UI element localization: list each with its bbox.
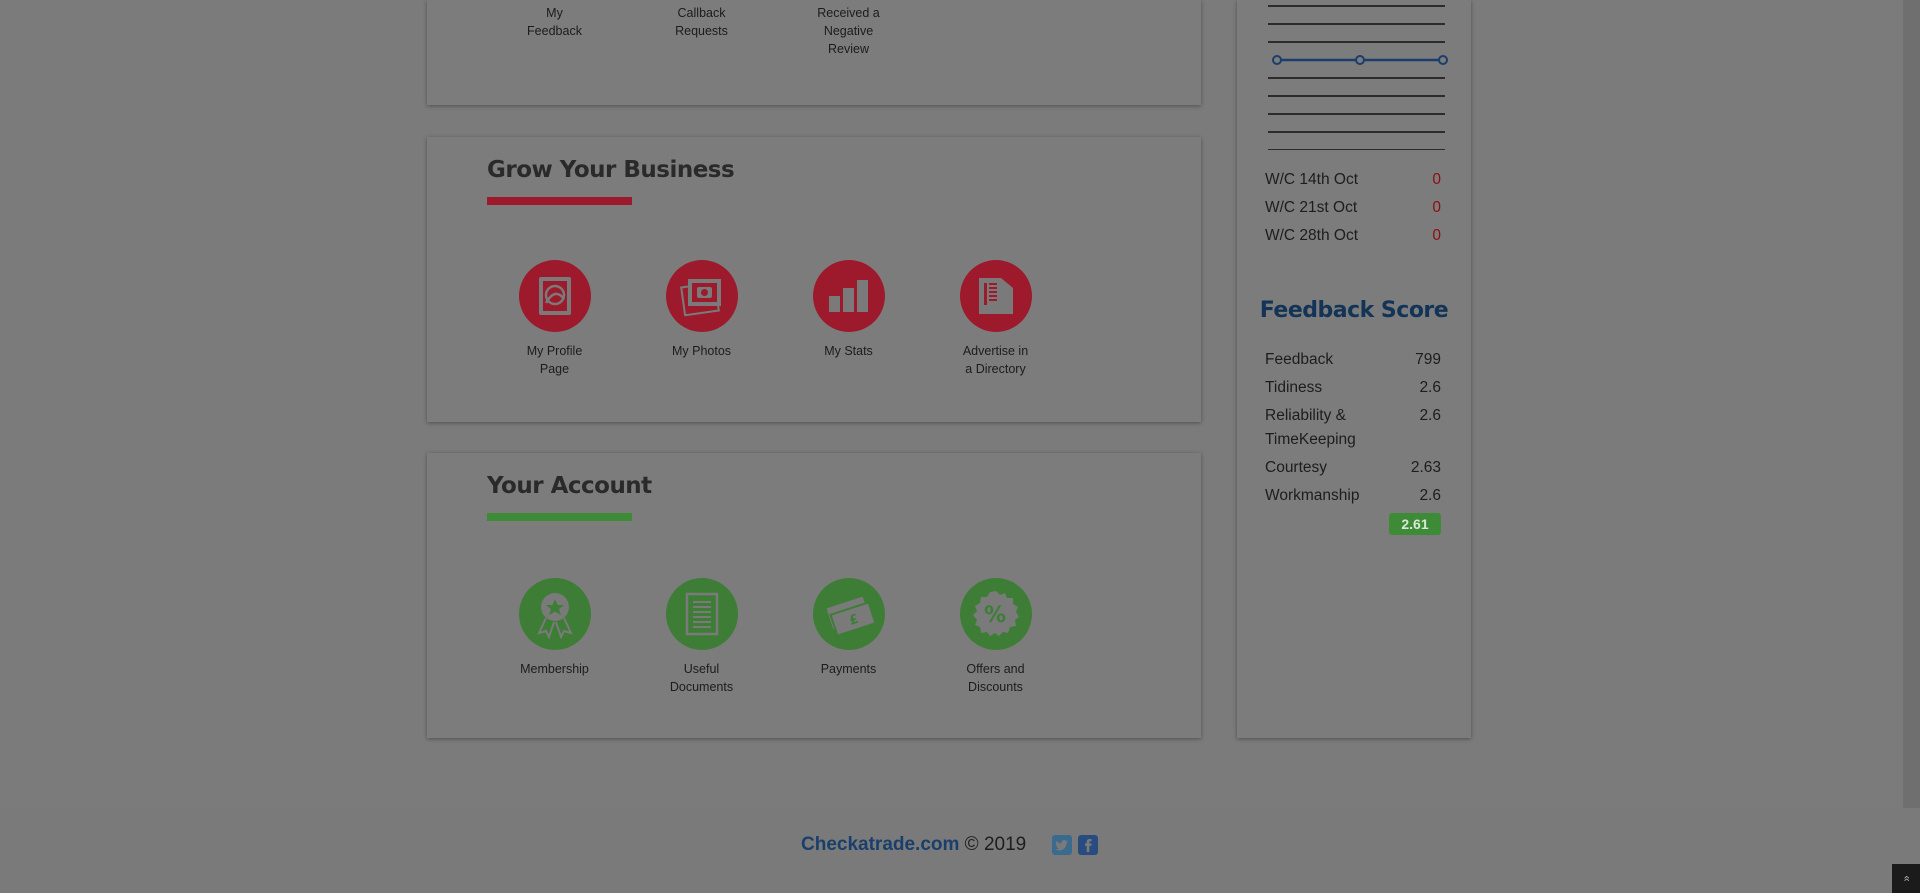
week-label: W/C 21st Oct (1265, 199, 1358, 216)
documents-icon (665, 578, 738, 650)
payments-tile[interactable]: £ Payments (775, 578, 922, 678)
callback-requests-label: Callback Requests (675, 6, 728, 38)
week-row: W/C 21st Oct 0 (1265, 199, 1441, 217)
score-row: Tidiness 2.6 (1265, 376, 1441, 400)
score-value: 2.6 (1419, 379, 1441, 396)
my-photos-label: My Photos (671, 344, 732, 358)
useful-documents-label: Useful Documents (669, 662, 734, 694)
membership-tile[interactable]: Membership (481, 578, 628, 678)
stats-icon (812, 260, 885, 332)
payments-icon: £ (812, 578, 885, 650)
offers-discounts-label: Offers and Discounts (966, 662, 1025, 694)
score-value: 799 (1415, 351, 1441, 368)
my-feedback-label: My Feedback (527, 6, 582, 38)
score-value: 2.6 (1419, 487, 1441, 504)
score-label: Reliability & TimeKeeping (1265, 407, 1356, 448)
scrollbar-track[interactable] (1903, 0, 1920, 808)
score-row: Reliability & TimeKeeping 2.6 (1265, 404, 1441, 452)
svg-text:%: % (984, 603, 1006, 628)
twitter-icon[interactable] (1052, 835, 1072, 855)
grow-business-title: Grow Your Business (487, 157, 735, 183)
my-profile-page-tile[interactable]: My Profile Page (481, 260, 628, 378)
grow-business-card: Grow Your Business My Profile Page My Ph… (427, 137, 1201, 422)
score-row: Courtesy 2.63 (1265, 456, 1441, 480)
advertise-directory-tile[interactable]: Advertise in a Directory (922, 260, 1069, 378)
week-label: W/C 28th Oct (1265, 227, 1359, 244)
data-point (1438, 55, 1448, 65)
membership-label: Membership (520, 662, 589, 676)
double-chevron-up-icon: « (1900, 875, 1913, 882)
chart-gridlines (1268, 5, 1445, 150)
callback-requests-tile[interactable]: Callback Requests (628, 4, 775, 40)
payments-label: Payments (820, 662, 877, 676)
data-point (1272, 55, 1282, 65)
back-to-top-button[interactable]: « (1892, 864, 1920, 893)
profile-page-icon (518, 260, 591, 332)
score-value: 2.63 (1410, 459, 1441, 476)
negative-review-label: Received a Negative Review (817, 6, 880, 56)
week-row: W/C 14th Oct 0 (1265, 171, 1441, 189)
your-account-title: Your Account (487, 473, 652, 499)
score-row: Workmanship 2.6 (1265, 484, 1441, 508)
week-label: W/C 14th Oct (1265, 171, 1359, 188)
data-point (1355, 55, 1365, 65)
facebook-icon[interactable] (1078, 835, 1098, 855)
feedback-score-title: Feedback Score (1259, 298, 1449, 323)
score-label: Tidiness (1265, 379, 1323, 396)
my-stats-tile[interactable]: My Stats (775, 260, 922, 360)
week-row: W/C 28th Oct 0 (1265, 227, 1441, 245)
directory-icon (959, 260, 1032, 332)
useful-documents-tile[interactable]: Useful Documents (628, 578, 775, 696)
offers-discounts-tile[interactable]: % Offers and Discounts (922, 578, 1069, 696)
weekly-chart (1268, 5, 1448, 150)
my-feedback-tile[interactable]: My Feedback (481, 4, 628, 40)
photos-icon (665, 260, 738, 332)
my-profile-page-label: My Profile Page (526, 344, 583, 376)
overall-score-badge: 2.61 (1389, 513, 1441, 535)
brand-link[interactable]: Checkatrade.com (801, 834, 959, 855)
feedback-overview-card: My Feedback Callback Requests Received a… (427, 0, 1201, 105)
week-value: 0 (1432, 199, 1441, 216)
score-value: 2.6 (1419, 407, 1441, 424)
footer-copyright: Checkatrade.com © 2019 (801, 834, 1026, 856)
your-account-card: Your Account Membership Useful Documents… (427, 453, 1201, 738)
sidebar-panel: W/C 14th Oct 0 W/C 21st Oct 0 W/C 28th O… (1237, 0, 1471, 738)
score-label: Feedback (1265, 351, 1334, 368)
score-label: Courtesy (1265, 459, 1328, 476)
title-underline (487, 513, 632, 521)
copyright-text: © 2019 (959, 834, 1027, 855)
score-row: Feedback 799 (1265, 348, 1441, 372)
week-value: 0 (1432, 171, 1441, 188)
my-stats-label: My Stats (824, 344, 873, 358)
advertise-directory-label: Advertise in a Directory (962, 344, 1029, 376)
week-value: 0 (1432, 227, 1441, 244)
negative-review-tile[interactable]: Received a Negative Review (775, 4, 922, 58)
membership-award-icon (518, 578, 591, 650)
footer: Checkatrade.com © 2019 (0, 808, 1920, 893)
score-label: Workmanship (1265, 487, 1360, 504)
my-photos-tile[interactable]: My Photos (628, 260, 775, 360)
discount-icon: % (959, 578, 1032, 650)
title-underline (487, 197, 632, 205)
